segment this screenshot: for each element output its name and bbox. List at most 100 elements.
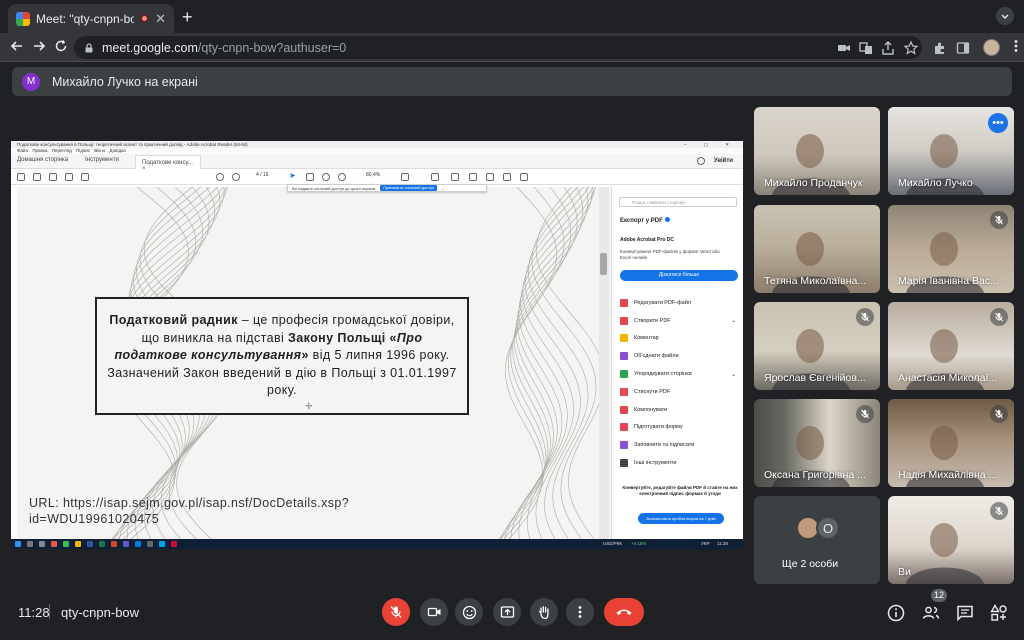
pane-learn-more-button: Дізнатися більше [620, 270, 738, 281]
participant-name: Марія Іванівна Вас... [898, 275, 999, 287]
pdf-page: Податковий радник – це професія громадсь… [17, 187, 611, 539]
present-to-all-icon [500, 606, 514, 618]
participant-name: Надія Михайлівна ... [898, 469, 998, 481]
people-icon[interactable] [921, 603, 941, 623]
meeting-details-info-icon[interactable] [886, 603, 906, 623]
mic-off-icon [856, 405, 874, 423]
new-tab-button[interactable]: + [182, 7, 193, 28]
participant-tile[interactable]: Надія Михайлівна ... [888, 399, 1014, 487]
slide-url: URL: https://isap.sejm.gov.pl/isap.nsf/D… [29, 496, 350, 526]
extensions-puzzle-icon[interactable] [932, 40, 948, 56]
reader-title-bar: Податкове консультування в Польщі: теоре… [11, 141, 743, 148]
mic-off-icon [990, 308, 1008, 326]
participant-name: Михайло Проданчук [764, 177, 863, 189]
chevron-down-icon: ⌄ [730, 318, 736, 325]
mic-off-icon [990, 502, 1008, 520]
browser-menu-button[interactable] [1014, 39, 1018, 56]
reader-window-title: Податкове консультування в Польщі: теоре… [17, 142, 248, 147]
mail-icon [65, 173, 73, 181]
leave-call-button[interactable] [604, 598, 644, 626]
taskbar-ticker: USD/РКК [603, 541, 622, 546]
present-screen-button[interactable] [493, 598, 521, 626]
tile-more-options-icon[interactable]: ••• [988, 113, 1008, 133]
share-icon[interactable] [880, 40, 896, 56]
mic-off-icon [856, 308, 874, 326]
mic-off-icon [990, 211, 1008, 229]
browser-tab-meet[interactable]: Meet: "qty-cnpn-bow" ✕ [8, 4, 174, 33]
zoom-in-icon [338, 173, 346, 181]
pane-tool-item: Стиснути PDF [620, 383, 740, 401]
sign-icon [469, 173, 477, 181]
participant-tile[interactable]: Ярослав Євгенійов... [754, 302, 880, 390]
star-icon [33, 173, 41, 181]
tool-icon [620, 441, 628, 450]
wave-line [504, 187, 589, 539]
page-fit-icon [401, 173, 409, 181]
address-bar[interactable]: meet.google.com/qty-cnpn-bow?authuser=0 [74, 36, 922, 59]
back-button[interactable] [10, 39, 24, 57]
forward-button[interactable] [32, 39, 46, 57]
taskbar-folder-icon [75, 541, 81, 547]
info-icon [664, 217, 670, 222]
highlight-pen-icon [451, 173, 459, 181]
page-indicator: 4 / 16 [256, 172, 269, 178]
slide-quote-text: Податковий радник – це професія громадсь… [105, 312, 459, 400]
taskbar-word-icon [87, 541, 93, 547]
zoom-level: 80,4% [366, 172, 381, 178]
tool-label: Об'єднати файли [634, 353, 679, 360]
comment-icon [431, 173, 439, 181]
close-tab-icon[interactable]: ✕ [155, 11, 166, 27]
raise-hand-button[interactable] [530, 598, 558, 626]
chat-icon[interactable] [955, 603, 975, 623]
tool-label: Коментар [634, 335, 659, 342]
people-count-badge: 12 [931, 589, 948, 602]
meeting-clock: 11:28 [18, 605, 50, 620]
meeting-code: qty-cnpn-bow [61, 605, 140, 620]
delete-icon [503, 173, 511, 181]
profile-avatar[interactable] [983, 39, 1000, 56]
participant-tile[interactable]: Тетяна Миколаївна... [754, 205, 880, 293]
activities-icon[interactable] [989, 603, 1009, 623]
participant-tile[interactable]: ••• Михайло Лучко [888, 107, 1014, 195]
page-up-icon [216, 173, 224, 181]
tool-label: Підготувати форму [634, 424, 683, 431]
chevron-down-icon: ⌄ [730, 371, 736, 378]
taskbar-view-icon [39, 541, 45, 547]
select-arrow-icon: ➤ [289, 171, 296, 180]
pane-description: Конвертування PDF-файлів у формат Word а… [620, 249, 720, 260]
url-path: /qty-cnpn-bow?authuser=0 [197, 40, 347, 55]
sharing-notice-hide: – [441, 185, 444, 191]
bookmark-star-icon[interactable] [903, 40, 919, 56]
reload-icon [55, 40, 67, 52]
zoom-search-icon [81, 173, 89, 181]
more-options-button[interactable] [566, 598, 594, 626]
help-icon [697, 157, 705, 165]
pane-tool-item: Коментар [620, 330, 740, 348]
camera-toggle-button[interactable] [420, 598, 448, 626]
microphone-toggle-button[interactable] [382, 598, 410, 626]
tool-icon [620, 405, 628, 414]
tool-icon [620, 387, 628, 396]
side-panel-icon[interactable] [955, 40, 971, 56]
participant-tile[interactable]: Анастасія Миколаї... [888, 302, 1014, 390]
stamp-icon [486, 173, 494, 181]
zoom-out-icon [322, 173, 330, 181]
tool-icon [620, 298, 628, 307]
reload-button[interactable] [54, 39, 68, 57]
participant-avatar: О [816, 516, 840, 540]
tool-icon [620, 316, 628, 325]
wave-line [520, 187, 596, 539]
participant-tile[interactable]: Михайло Проданчук [754, 107, 880, 195]
participant-tile[interactable]: Ви [888, 496, 1014, 584]
participant-tile[interactable]: Марія Іванівна Вас... [888, 205, 1014, 293]
reactions-button[interactable] [455, 598, 483, 626]
reader-login: Увійти [713, 158, 733, 164]
tab-search-button[interactable] [996, 7, 1014, 25]
camera-in-use-icon[interactable] [836, 40, 852, 56]
tool-label: Упорядкувати сторінки [634, 371, 692, 378]
participant-tile[interactable]: Оксана Григорівна ... [754, 399, 880, 487]
reader-tab-document: Податкове консу... × [135, 155, 201, 172]
sharing-notice-text: Ви надаєте спільний доступ до цього екра… [292, 185, 377, 191]
others-tile[interactable]: О Ще 2 особи [754, 496, 880, 584]
translate-icon[interactable] [858, 40, 874, 56]
